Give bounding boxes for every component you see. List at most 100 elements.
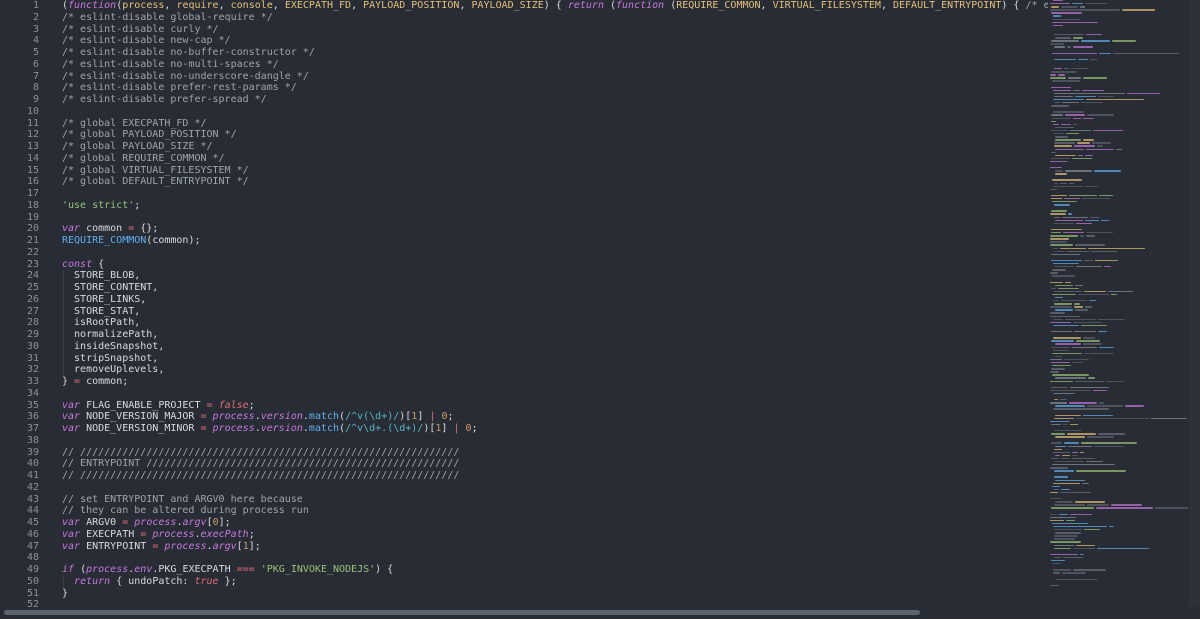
horizontal-scrollbar[interactable] bbox=[0, 607, 1200, 619]
minimap-line bbox=[1050, 538, 1188, 540]
code-line[interactable] bbox=[62, 212, 1048, 224]
code-line[interactable]: insideSnapshot, bbox=[62, 340, 1048, 353]
minimap-line bbox=[1050, 167, 1188, 169]
code-line[interactable]: STORE_CONTENT, bbox=[62, 282, 1048, 294]
code-area[interactable]: (function(process, require, console, EXE… bbox=[62, 0, 1048, 607]
minimap-line bbox=[1050, 334, 1188, 336]
code-line[interactable]: /* eslint-disable prefer-spread */ bbox=[62, 94, 1048, 106]
code-line[interactable] bbox=[62, 247, 1048, 259]
code-token: env bbox=[134, 564, 153, 575]
line-number: 51 bbox=[26, 587, 39, 599]
minimap-line bbox=[1050, 460, 1188, 463]
minimap-line bbox=[1050, 80, 1188, 82]
code-line[interactable]: return { undoPatch: true }; bbox=[62, 575, 1048, 588]
code-line[interactable]: /* global PAYLOAD_SIZE */ bbox=[62, 141, 1048, 153]
code-line[interactable]: // /////////////////////////////////////… bbox=[62, 470, 1048, 482]
code-line[interactable]: /* global REQUIRE_COMMON */ bbox=[62, 153, 1048, 165]
code-line[interactable]: STORE_STAT, bbox=[62, 305, 1048, 318]
minimap-line bbox=[1050, 476, 1188, 478]
code-token: process bbox=[86, 564, 129, 575]
code-line[interactable]: stripSnapshot, bbox=[62, 352, 1048, 365]
code-line[interactable]: // they can be altered during process ru… bbox=[62, 505, 1048, 517]
minimap-line bbox=[1050, 572, 1188, 574]
code-line[interactable] bbox=[62, 188, 1048, 200]
code-line[interactable]: var common = {}; bbox=[62, 223, 1048, 235]
minimap-line bbox=[1050, 380, 1188, 383]
minimap-line bbox=[1050, 235, 1188, 237]
minimap-line bbox=[1050, 340, 1188, 342]
code-line[interactable]: isRootPath, bbox=[62, 317, 1048, 329]
code-line[interactable]: var NODE_VERSION_MAJOR = process.version… bbox=[62, 411, 1048, 423]
code-line[interactable]: /* eslint-disable no-underscore-dangle *… bbox=[62, 71, 1048, 83]
code-line[interactable] bbox=[62, 435, 1048, 447]
code-line[interactable]: /* eslint-disable no-buffer-constructor … bbox=[62, 47, 1048, 59]
code-line[interactable]: /* global PAYLOAD_POSITION */ bbox=[62, 129, 1048, 141]
code-token: REQUIRE_COMMON bbox=[676, 0, 761, 11]
minimap-line bbox=[1050, 275, 1188, 277]
code-line[interactable]: var EXECPATH = process.execPath; bbox=[62, 529, 1048, 541]
code-line[interactable]: removeUplevels, bbox=[62, 364, 1048, 376]
code-line[interactable]: /* eslint-disable curly */ bbox=[62, 24, 1048, 36]
code-token: var bbox=[62, 540, 81, 552]
minimap-line bbox=[1050, 578, 1188, 581]
code-line[interactable]: var ENTRYPOINT = process.argv[1]; bbox=[62, 541, 1048, 553]
minimap-line bbox=[1050, 488, 1188, 491]
minimap-line bbox=[1050, 306, 1188, 308]
code-line[interactable]: /* global VIRTUAL_FILESYSTEM */ bbox=[62, 165, 1048, 177]
code-token: NODE_VERSION_MINOR bbox=[80, 423, 201, 434]
code-line[interactable]: // /////////////////////////////////////… bbox=[62, 447, 1048, 459]
minimap-line bbox=[1050, 160, 1188, 163]
code-token: ENTRYPOINT bbox=[80, 540, 153, 552]
minimap-line bbox=[1050, 337, 1188, 339]
code-line[interactable] bbox=[62, 552, 1048, 564]
code-line[interactable]: var FLAG_ENABLE_PROJECT = false; bbox=[62, 400, 1048, 412]
minimap-line bbox=[1050, 384, 1188, 386]
minimap-line bbox=[1050, 457, 1188, 460]
minimap-line bbox=[1050, 464, 1188, 466]
code-line[interactable]: /* eslint-disable prefer-rest-params */ bbox=[62, 82, 1048, 94]
code-line[interactable]: 'use strict'; bbox=[62, 200, 1048, 212]
code-line[interactable]: var ARGV0 = process.argv[0]; bbox=[62, 517, 1048, 529]
code-line[interactable]: /* global DEFAULT_ENTRYPOINT */ bbox=[62, 176, 1048, 188]
code-token: )[ bbox=[423, 423, 436, 434]
indent-guide bbox=[63, 329, 64, 341]
code-editor[interactable]: 1 2 3 4 5 6 7 8 9 10 11 12 13 14 15 16 17 18 19 20 21 22 23 24 2… bbox=[0, 0, 1200, 619]
code-line[interactable] bbox=[62, 388, 1048, 400]
line-number: 34 bbox=[26, 387, 39, 399]
code-token: /^v(\d+)/ bbox=[345, 411, 400, 423]
code-line[interactable]: } bbox=[62, 588, 1048, 600]
code-line[interactable]: const { bbox=[62, 259, 1048, 271]
indent-guide bbox=[63, 340, 64, 353]
code-line[interactable]: normalizePath, bbox=[62, 329, 1048, 341]
horizontal-scrollbar-thumb[interactable] bbox=[4, 610, 920, 615]
code-line[interactable]: (function(process, require, console, EXE… bbox=[62, 0, 1048, 12]
code-line[interactable] bbox=[62, 599, 1048, 607]
code-line[interactable]: if (process.env.PKG_EXECPATH === 'PKG_IN… bbox=[62, 564, 1048, 576]
code-line[interactable]: // set ENTRYPOINT and ARGV0 here because bbox=[62, 494, 1048, 506]
code-line[interactable] bbox=[62, 482, 1048, 494]
code-line[interactable]: REQUIRE_COMMON(common); bbox=[62, 235, 1048, 247]
minimap-line bbox=[1050, 522, 1188, 525]
minimap-line bbox=[1050, 92, 1188, 95]
code-line[interactable]: /* eslint-disable global-require */ bbox=[62, 12, 1048, 24]
code-token: EXECPATH_FD bbox=[284, 0, 352, 11]
minimap[interactable] bbox=[1050, 0, 1188, 607]
code-line[interactable]: STORE_BLOB, bbox=[62, 270, 1048, 282]
code-line[interactable]: /* eslint-disable new-cap */ bbox=[62, 35, 1048, 47]
code-line[interactable]: } = common; bbox=[62, 376, 1048, 388]
code-token: ; bbox=[447, 411, 454, 423]
code-token: version bbox=[260, 423, 303, 434]
minimap-line bbox=[1050, 157, 1188, 160]
code-line[interactable]: STORE_LINKS, bbox=[62, 293, 1048, 306]
vertical-scrollbar[interactable] bbox=[1189, 0, 1200, 607]
code-line[interactable]: var NODE_VERSION_MINOR = process.version… bbox=[62, 423, 1048, 435]
minimap-line bbox=[1050, 396, 1188, 398]
code-line[interactable] bbox=[62, 106, 1048, 118]
minimap-line bbox=[1050, 529, 1188, 531]
minimap-line bbox=[1050, 182, 1188, 185]
code-line[interactable]: /* eslint-disable no-multi-spaces */ bbox=[62, 59, 1048, 71]
code-line[interactable]: // ENTRYPOINT //////////////////////////… bbox=[62, 458, 1048, 470]
code-token: STORE_CONTENT, bbox=[62, 282, 159, 293]
minimap-line bbox=[1050, 498, 1188, 500]
code-line[interactable]: /* global EXECPATH_FD */ bbox=[62, 118, 1048, 130]
